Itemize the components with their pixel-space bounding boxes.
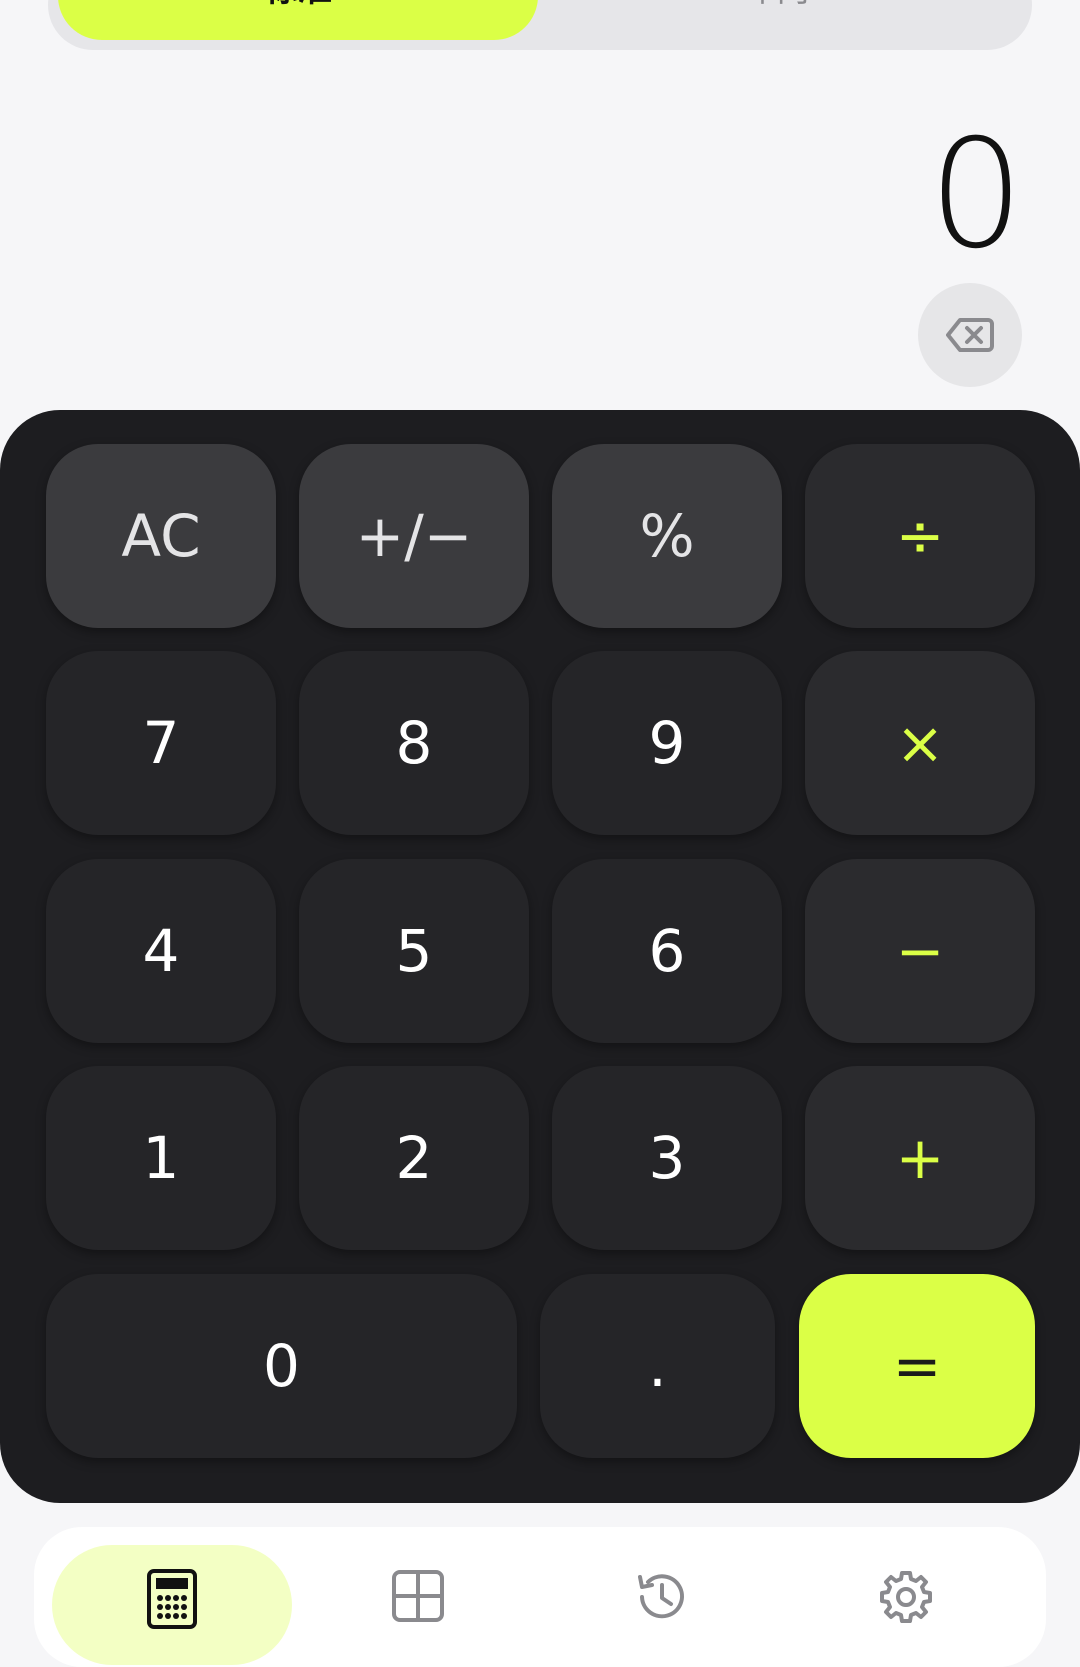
digit-8-button[interactable]: 8 bbox=[299, 651, 529, 835]
mode-tabs: 标准 科学 bbox=[48, 0, 1032, 50]
digit-2-button[interactable]: 2 bbox=[299, 1066, 529, 1250]
percent-button[interactable]: % bbox=[552, 444, 782, 628]
nav-item-settings[interactable] bbox=[786, 1527, 1026, 1647]
digit-3-button[interactable]: 3 bbox=[552, 1066, 782, 1250]
decimal-button[interactable]: . bbox=[540, 1274, 775, 1458]
ac-button[interactable]: AC bbox=[46, 444, 276, 628]
sign-toggle-button[interactable]: +/− bbox=[299, 444, 529, 628]
tab-standard-label: 标准 bbox=[264, 0, 332, 11]
tab-scientific[interactable]: 科学 bbox=[548, 0, 1028, 40]
digit-1-button[interactable]: 1 bbox=[46, 1066, 276, 1250]
plus-button[interactable]: + bbox=[805, 1066, 1035, 1250]
equals-button[interactable]: = bbox=[799, 1274, 1035, 1458]
result-display: 0 bbox=[928, 108, 1024, 282]
grid-icon bbox=[392, 1570, 444, 1622]
nav-item-grid[interactable] bbox=[298, 1527, 538, 1647]
digit-0-button[interactable]: 0 bbox=[46, 1274, 517, 1458]
digit-9-button[interactable]: 9 bbox=[552, 651, 782, 835]
multiply-button[interactable]: × bbox=[805, 651, 1035, 835]
digit-5-button[interactable]: 5 bbox=[299, 859, 529, 1043]
tab-scientific-label: 科学 bbox=[754, 0, 822, 11]
bottom-nav bbox=[34, 1527, 1046, 1667]
digit-7-button[interactable]: 7 bbox=[46, 651, 276, 835]
divide-button[interactable]: ÷ bbox=[805, 444, 1035, 628]
digit-4-button[interactable]: 4 bbox=[46, 859, 276, 1043]
digit-6-button[interactable]: 6 bbox=[552, 859, 782, 1043]
nav-item-history[interactable] bbox=[542, 1527, 782, 1647]
keypad: AC +/− % ÷ 7 8 9 × 4 5 6 − 1 2 3 + 0 . = bbox=[0, 410, 1080, 1503]
backspace-button[interactable] bbox=[918, 283, 1022, 387]
backspace-icon bbox=[946, 318, 994, 352]
minus-button[interactable]: − bbox=[805, 859, 1035, 1043]
settings-icon bbox=[880, 1571, 932, 1623]
calculator-icon bbox=[147, 1569, 197, 1629]
nav-item-calculator[interactable] bbox=[52, 1527, 292, 1665]
history-icon bbox=[638, 1574, 684, 1619]
tab-standard[interactable]: 标准 bbox=[58, 0, 538, 40]
